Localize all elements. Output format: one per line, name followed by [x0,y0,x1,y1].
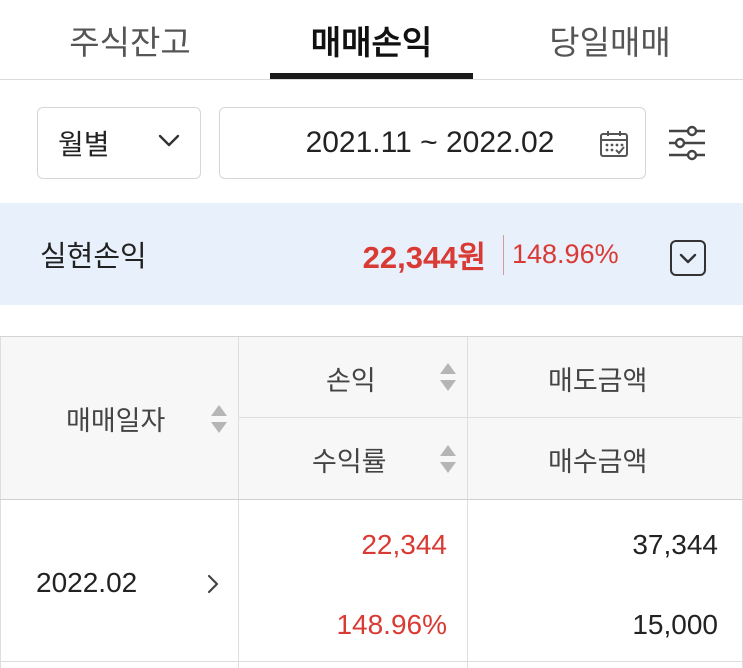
header-profit[interactable]: 손익 [326,357,376,399]
period-select-label: 월별 [58,128,110,161]
summary-rate: 148.96% [512,238,619,269]
period-select[interactable]: 월별 [37,107,201,179]
chevron-down-icon [679,253,697,264]
tab-bar: 주식잔고 매매손익 당일매매 [0,0,743,80]
row-sell-amount: 37,344 [632,529,718,560]
tab-daily-trading[interactable]: 당일매매 [510,0,710,80]
chevron-right-icon[interactable] [206,573,220,595]
summary-label: 실현손익 [40,239,147,273]
sort-icon[interactable] [209,403,229,435]
filter-settings-icon[interactable] [666,122,708,164]
column-divider [238,337,239,668]
tab-stock-balance[interactable]: 주식잔고 [30,0,230,80]
header-buy-amount: 매수금액 [548,446,648,478]
table-border-left [0,337,1,668]
header-bottom-border [0,499,743,500]
row-profit: 22,344 [361,529,447,560]
realized-pnl-summary: 실현손익 22,344원 148.96% [0,203,743,305]
row-buy-amount: 15,000 [632,609,718,640]
header-date[interactable]: 매매일자 [66,397,165,439]
sort-icon[interactable] [438,443,458,475]
date-range-picker[interactable]: 2021.11 ~ 2022.02 [219,107,646,179]
header-return-rate[interactable]: 수익률 [312,438,387,480]
summary-amount: 22,344원 [362,239,486,275]
header-row-divider [238,417,743,418]
chevron-down-icon [158,134,180,147]
header-sell-amount: 매도금액 [548,365,648,397]
calendar-icon [600,131,628,157]
pnl-table: 매매일자 손익 수익률 매도금액 매수금액 2022.02 22,344 148… [0,336,743,668]
summary-divider [503,235,504,275]
row-date: 2022.02 [36,567,138,598]
tab-trading-pnl[interactable]: 매매손익 [270,0,473,80]
expand-summary-button[interactable] [670,240,706,276]
sort-icon[interactable] [438,361,458,393]
date-range-text: 2021.11 ~ 2022.02 [305,126,555,159]
row-bottom-border [0,661,743,662]
row-return-rate: 148.96% [336,609,447,640]
active-tab-indicator [270,73,473,79]
column-divider [467,337,468,668]
